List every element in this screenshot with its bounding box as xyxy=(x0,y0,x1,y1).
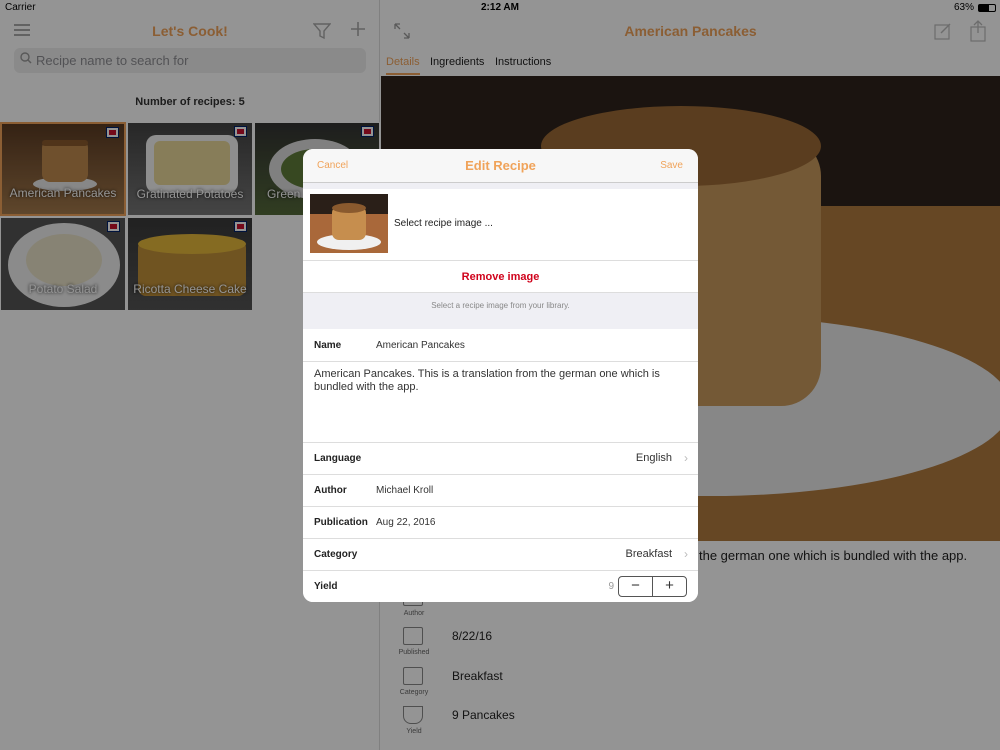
yield-label: Yield xyxy=(314,581,338,592)
chevron-right-icon: › xyxy=(684,451,688,465)
publication-row[interactable]: Publication Aug 22, 2016 xyxy=(303,507,698,539)
battery-icon xyxy=(978,4,996,12)
select-image-label: Select recipe image ... xyxy=(394,218,493,229)
modal-header: Cancel Edit Recipe Save xyxy=(303,149,698,183)
category-label: Category xyxy=(314,549,358,560)
category-row[interactable]: Category Breakfast › xyxy=(303,539,698,571)
name-field[interactable]: American Pancakes xyxy=(376,340,465,351)
publication-field[interactable]: Aug 22, 2016 xyxy=(376,517,436,528)
category-value: Breakfast xyxy=(625,548,672,560)
publication-label: Publication xyxy=(314,517,368,528)
battery-percent: 63% xyxy=(953,2,974,13)
name-label: Name xyxy=(314,340,342,351)
modal-title: Edit Recipe xyxy=(465,158,536,173)
image-hint: Select a recipe image from your library. xyxy=(431,301,570,310)
author-row[interactable]: Author Michael Kroll xyxy=(303,475,698,507)
description-row[interactable]: American Pancakes. This is a translation… xyxy=(303,362,698,443)
increment-button[interactable]: + xyxy=(653,577,686,596)
yield-stepper[interactable]: − + xyxy=(618,576,687,597)
status-bar: Carrier 2:12 AM 63% xyxy=(0,0,1000,16)
author-label: Author xyxy=(314,485,347,496)
edit-recipe-modal: Cancel Edit Recipe Save Select recipe im… xyxy=(303,149,698,602)
language-row[interactable]: Language English › xyxy=(303,443,698,475)
language-label: Language xyxy=(314,453,362,464)
yield-value: 9 xyxy=(608,581,614,592)
yield-row: Yield 9 − + xyxy=(303,571,698,602)
decrement-button[interactable]: − xyxy=(619,577,653,596)
description-field[interactable]: American Pancakes. This is a translation… xyxy=(314,368,684,394)
remove-image-button[interactable]: Remove image xyxy=(303,271,698,283)
save-button[interactable]: Save xyxy=(660,160,683,171)
author-field[interactable]: Michael Kroll xyxy=(376,485,433,496)
remove-image-row[interactable]: Remove image xyxy=(303,261,698,293)
select-image-row[interactable]: Select recipe image ... xyxy=(303,189,698,261)
chevron-right-icon: › xyxy=(684,547,688,561)
language-value: English xyxy=(635,452,672,464)
recipe-thumbnail xyxy=(310,194,388,253)
clock: 2:12 AM xyxy=(481,2,519,13)
name-row[interactable]: Name American Pancakes xyxy=(303,329,698,362)
